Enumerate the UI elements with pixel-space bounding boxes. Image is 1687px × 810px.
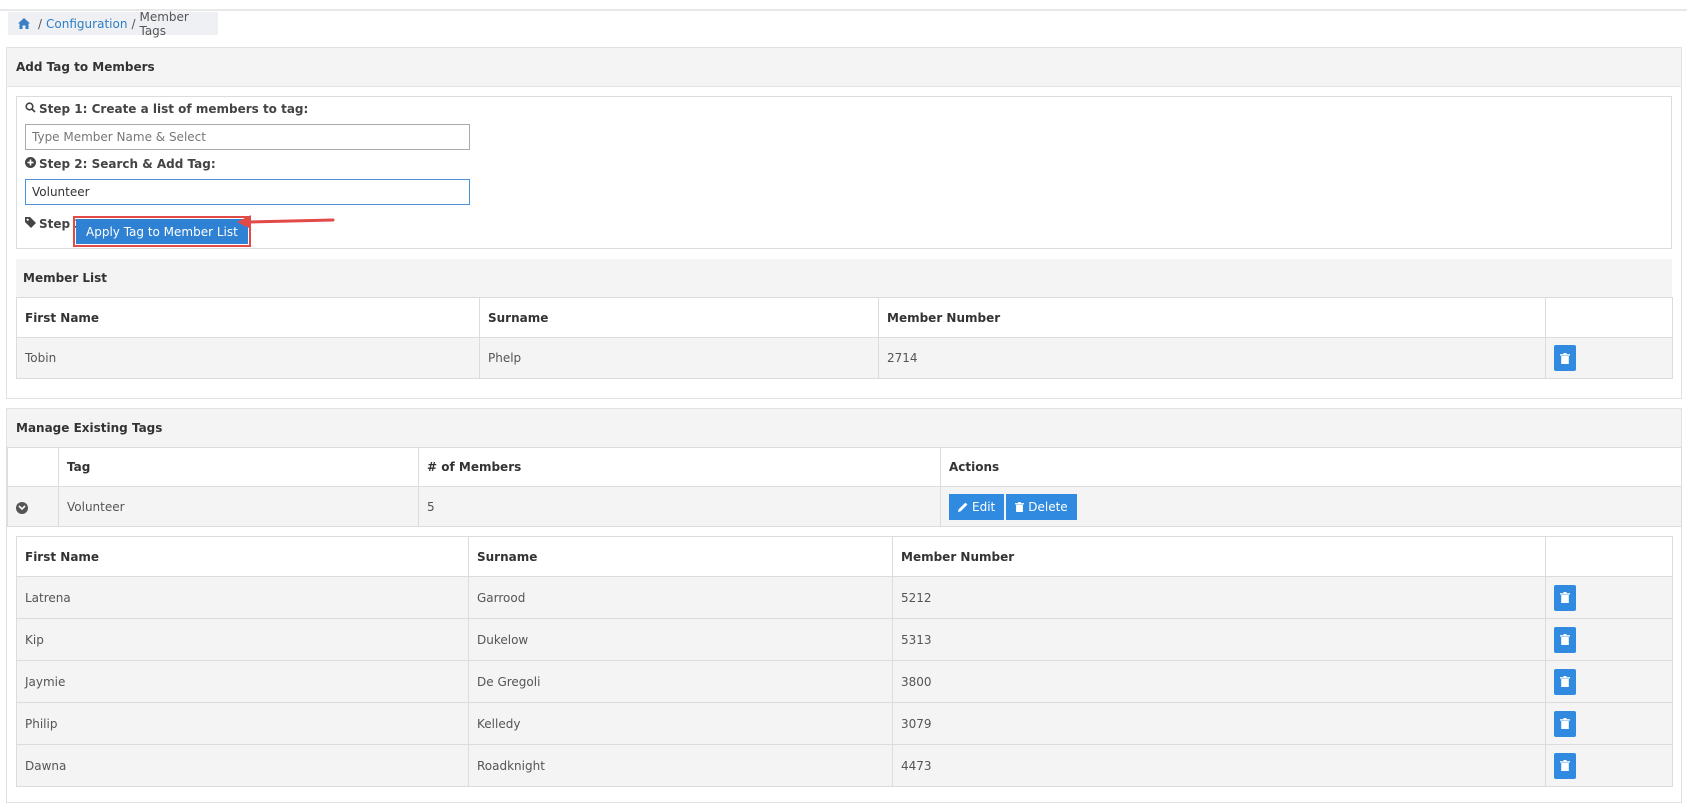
cell-first-name: Tobin [16,337,480,379]
table-row: Philip Kelledy 3079 [16,702,1673,745]
tag-members-table: First Name Surname Member Number Latrena… [16,536,1673,787]
column-header: # of Members [418,447,941,487]
cell-member-number: 5313 [892,618,1546,661]
member-list-table: First Name Surname Member Number Tobin P… [16,297,1673,379]
pencil-icon [958,502,968,512]
breadcrumb-current: Member Tags [139,9,189,38]
step1-label: Step 1: Create a list of members to tag: [25,102,308,116]
remove-member-button[interactable] [1554,752,1576,779]
delete-label: Delete [1028,499,1068,514]
cell-surname: De Gregoli [468,660,893,703]
cell-actions [1545,337,1673,379]
trash-icon [1015,501,1025,512]
apply-button-highlight: Apply Tag to Member List [73,216,251,247]
member-search-input[interactable] [25,124,470,150]
trash-icon [1560,760,1570,771]
trash-icon [1560,676,1570,687]
trash-icon [1560,634,1570,645]
home-icon[interactable] [18,18,30,29]
edit-label: Edit [972,499,996,514]
table-header-row: First Name Surname Member Number [16,297,1673,338]
edit-tag-button[interactable]: Edit [949,493,1005,520]
cell-first-name: Dawna [16,744,469,787]
remove-member-button[interactable] [1554,668,1576,695]
manage-tags-panel: Manage Existing Tags Tag # of Members Ac… [6,408,1682,803]
cell-member-count: 5 [418,486,941,527]
top-divider [0,9,1687,11]
cell-member-number: 4473 [892,744,1546,787]
column-header: Member Number [892,536,1546,577]
column-header-expand [7,447,59,487]
chevron-down-circle-icon[interactable] [16,501,28,514]
cell-tag: Volunteer [58,486,419,527]
remove-member-button[interactable] [1554,626,1576,653]
cell-first-name: Philip [16,702,469,745]
arrow-annotation [237,215,335,229]
search-icon [25,102,36,116]
cell-actions [1545,702,1673,745]
column-header-actions [1545,297,1673,338]
cell-actions [1545,660,1673,703]
column-header: First Name [16,536,469,577]
breadcrumb-separator: / [38,16,43,31]
cell-actions: Edit Delete [940,486,1682,527]
breadcrumb: / Configuration / Member Tags [8,9,218,38]
cell-actions [1545,576,1673,619]
cell-surname: Kelledy [468,702,893,745]
trash-icon [1560,352,1570,364]
column-header: Tag [58,447,419,487]
cell-first-name: Kip [16,618,469,661]
cell-actions [1545,744,1673,787]
table-row: Dawna Roadknight 4473 [16,744,1673,787]
column-header-actions [1545,536,1673,577]
add-tag-panel-title: Add Tag to Members [7,48,1681,87]
step2-text: Step 2: Search & Add Tag: [39,157,216,171]
table-row: Latrena Garrood 5212 [16,576,1673,619]
delete-tag-button[interactable]: Delete [1006,493,1077,520]
table-row: Jaymie De Gregoli 3800 [16,660,1673,703]
member-list-title: Member List [16,259,1672,297]
tags-table: Tag # of Members Actions Volunteer 5 Edi… [7,447,1682,527]
cell-first-name: Jaymie [16,660,469,703]
trash-icon [1560,718,1570,729]
cell-actions [1545,618,1673,661]
table-row: Volunteer 5 Edit Delete [7,486,1682,527]
breadcrumb-separator: / [131,16,136,31]
tag-icon [25,217,36,231]
trash-icon [1560,592,1570,603]
cell-surname: Garrood [468,576,893,619]
tag-search-input[interactable] [25,179,470,205]
column-header: First Name [16,297,480,338]
table-header-row: First Name Surname Member Number [16,536,1673,577]
cell-first-name: Latrena [16,576,469,619]
table-row: Kip Dukelow 5313 [16,618,1673,661]
apply-tag-button[interactable]: Apply Tag to Member List [76,219,248,244]
cell-member-number: 3800 [892,660,1546,703]
remove-member-button[interactable] [1554,584,1576,611]
plus-circle-icon [25,157,36,171]
table-row: Tobin Phelp 2714 [16,337,1673,379]
cell-surname: Dukelow [468,618,893,661]
column-header: Member Number [878,297,1546,338]
breadcrumb-configuration-link[interactable]: Configuration [46,17,127,31]
cell-surname: Roadknight [468,744,893,787]
cell-surname: Phelp [479,337,879,379]
add-tag-panel: Add Tag to Members Step 1: Create a list… [6,47,1682,399]
column-header: Actions [940,447,1682,487]
step2-label: Step 2: Search & Add Tag: [25,157,216,171]
cell-member-number: 3079 [892,702,1546,745]
cell-member-number: 5212 [892,576,1546,619]
table-header-row: Tag # of Members Actions [7,447,1682,487]
column-header: Surname [468,536,893,577]
remove-member-button[interactable] [1554,345,1576,371]
remove-member-button[interactable] [1554,710,1576,737]
manage-tags-panel-title: Manage Existing Tags [7,409,1681,448]
column-header: Surname [479,297,879,338]
cell-member-number: 2714 [878,337,1546,379]
cell-expand [7,486,59,527]
step1-text: Step 1: Create a list of members to tag: [39,102,309,116]
